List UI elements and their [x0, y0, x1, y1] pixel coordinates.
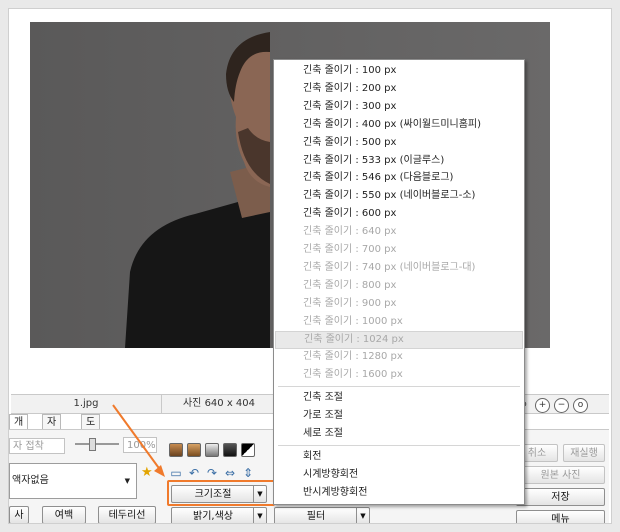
menu-separator [278, 444, 520, 446]
highlight-outline [167, 480, 275, 506]
menu-item-shrink[interactable]: 긴축 줄이기 : 800 px [275, 277, 523, 295]
menu-item-shrink[interactable]: 긴축 줄이기 : 640 px [275, 223, 523, 241]
menu-item-shrink[interactable]: 긴축 줄이기 : 300 px [275, 98, 523, 116]
app-window: 1.jpg 사진 640 x 404 % + − o 개체 자르기 도구 자 접… [8, 8, 612, 524]
menu-item-shrink[interactable]: 긴축 줄이기 : 900 px [275, 295, 523, 313]
menu-item-adjust[interactable]: 세로 조절 [275, 425, 523, 443]
menu-item-shrink[interactable]: 긴축 줄이기 : 1600 px [275, 366, 523, 384]
menu-item-shrink[interactable]: 긴축 줄이기 : 400 px (싸이월드미니홈피) [275, 116, 523, 134]
menu-item-shrink[interactable]: 긴축 줄이기 : 700 px [275, 241, 523, 259]
menu-item-shrink[interactable]: 긴축 줄이기 : 546 px (다음블로그) [275, 169, 523, 187]
menu-item-shrink[interactable]: 긴축 줄이기 : 740 px (네이버블로그-대) [275, 259, 523, 277]
menu-item-shrink[interactable]: 긴축 줄이기 : 200 px [275, 80, 523, 98]
menu-item-adjust[interactable]: 긴축 조절 [275, 389, 523, 407]
menu-separator [278, 386, 520, 388]
menu-item-shrink[interactable]: 긴축 줄이기 : 100 px [275, 62, 523, 80]
resize-menu: 긴축 줄이기 : 100 px 긴축 줄이기 : 200 px 긴축 줄이기 : 3… [273, 59, 525, 505]
menu-item-rotate[interactable]: 시계방향회전 [275, 466, 523, 484]
menu-item-shrink[interactable]: 긴축 줄이기 : 1024 px [275, 330, 523, 349]
menu-item-rotate[interactable]: 회전 [275, 448, 523, 466]
menu-item-shrink[interactable]: 긴축 줄이기 : 1000 px [275, 313, 523, 331]
menu-item-shrink[interactable]: 긴축 줄이기 : 550 px (네이버블로그-소) [275, 187, 523, 205]
menu-item-shrink[interactable]: 긴축 줄이기 : 533 px (이글루스) [275, 152, 523, 170]
menu-item-shrink[interactable]: 긴축 줄이기 : 500 px [275, 134, 523, 152]
menu-item-shrink[interactable]: 긴축 줄이기 : 1280 px [275, 348, 523, 366]
menu-item-rotate[interactable]: 반시계방향회전 [275, 484, 523, 502]
menu-item-shrink[interactable]: 긴축 줄이기 : 600 px [275, 205, 523, 223]
menu-item-adjust[interactable]: 가로 조절 [275, 407, 523, 425]
